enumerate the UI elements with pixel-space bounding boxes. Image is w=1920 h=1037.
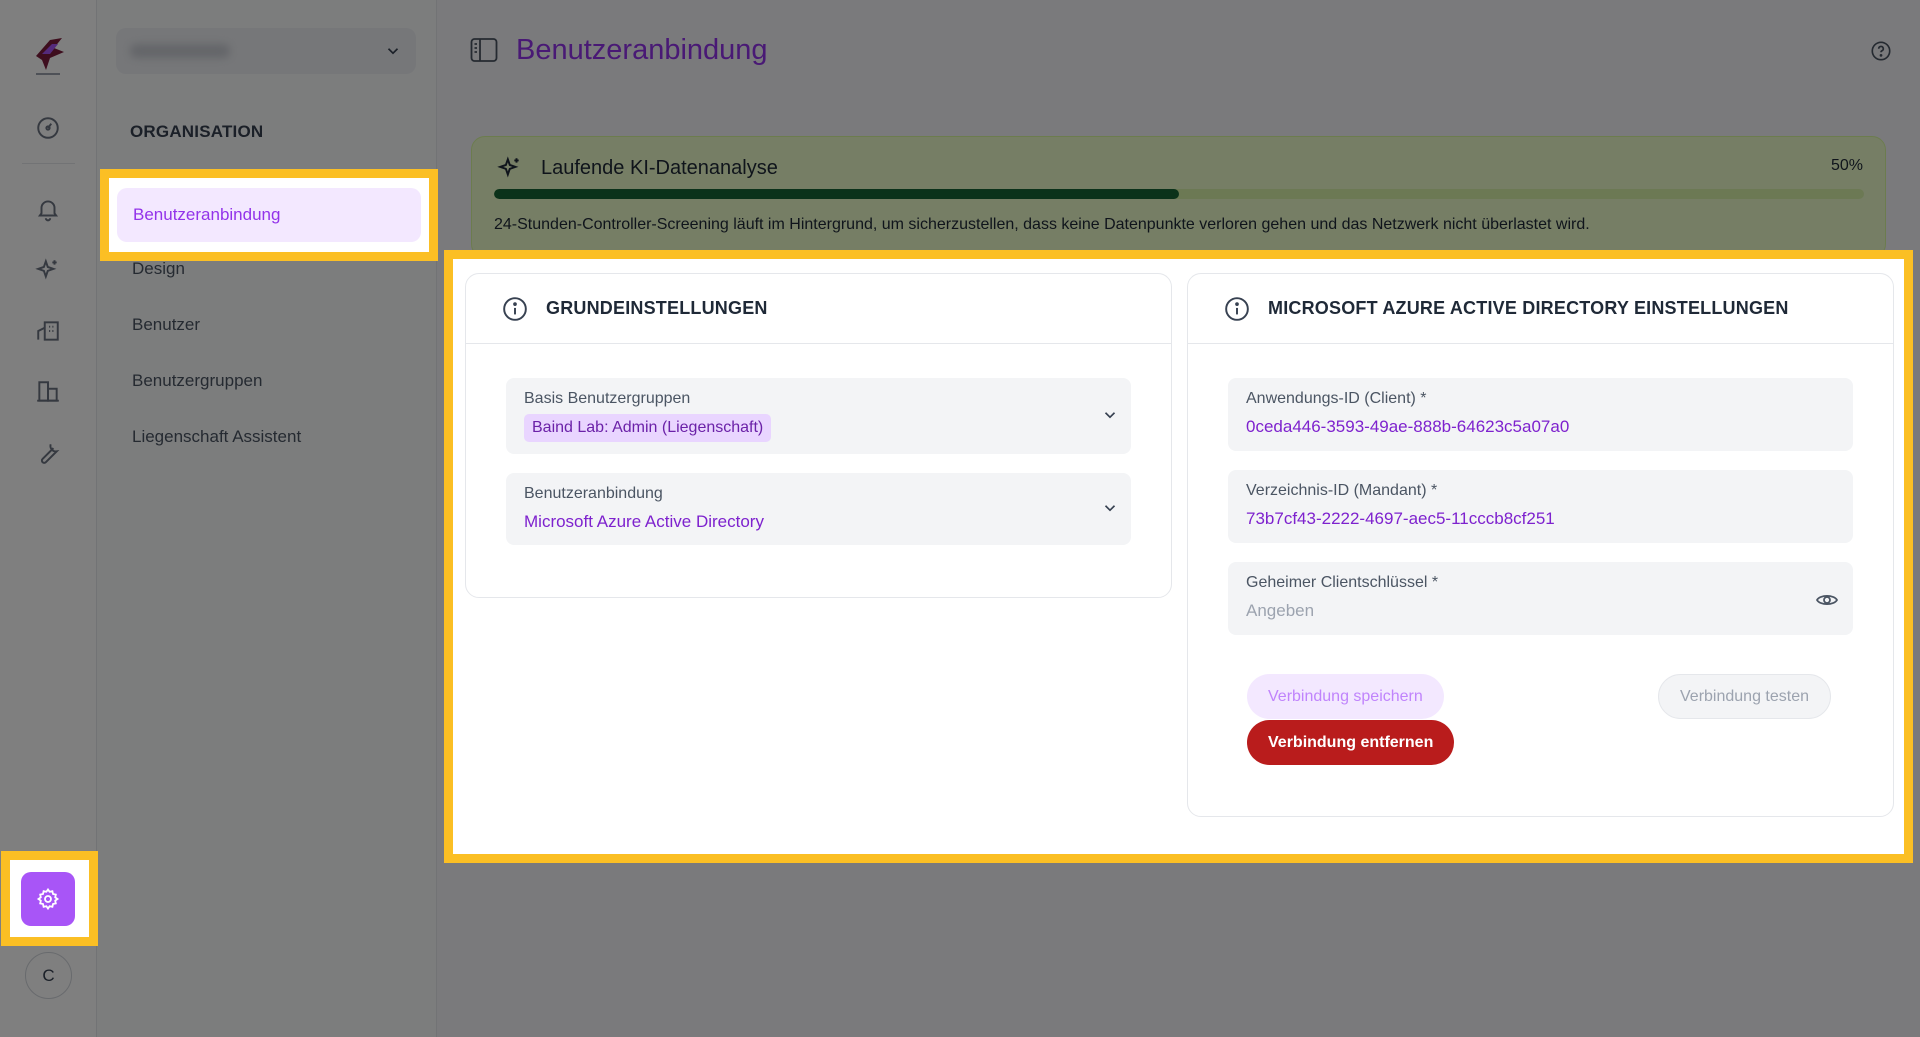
- nav-item-user-groups[interactable]: Benutzergruppen: [116, 354, 418, 408]
- user-binding-select[interactable]: Benutzeranbindung Microsoft Azure Active…: [506, 473, 1131, 545]
- tenant-id-value: 73b7cf43-2222-4697-aec5-11cccb8cf251: [1246, 509, 1555, 528]
- highlight-settings-panels: GRUNDEINSTELLUNGEN Basis Benutzergruppen…: [444, 250, 1913, 863]
- help-icon[interactable]: [1870, 40, 1892, 67]
- highlight-settings: [1, 851, 98, 946]
- ai-progress-bar: [494, 189, 1864, 199]
- tenant-id-label: Verzeichnis-ID (Mandant) *: [1246, 482, 1438, 499]
- basic-settings-header: GRUNDEINSTELLUNGEN: [466, 274, 1171, 344]
- page-header: Benutzeranbindung: [470, 30, 768, 70]
- app-logo[interactable]: [28, 34, 68, 78]
- sparkles-icon: [497, 155, 523, 181]
- remove-connection-button[interactable]: Verbindung entfernen: [1247, 720, 1455, 765]
- save-connection-button[interactable]: Verbindung speichern: [1247, 674, 1444, 719]
- base-user-groups-select[interactable]: Basis Benutzergruppen Baind Lab: Admin (…: [506, 378, 1131, 454]
- rail-divider: [22, 163, 75, 164]
- page-title: Benutzeranbindung: [516, 33, 768, 66]
- settings-nav: ORGANISATION Design Benutzer Benutzergru…: [97, 0, 437, 1037]
- ai-banner-title: Laufende KI-Datenanalyse: [541, 156, 778, 179]
- info-icon: [502, 296, 528, 322]
- basic-settings-title: GRUNDEINSTELLUNGEN: [546, 298, 768, 318]
- chevron-down-icon: [384, 42, 402, 65]
- wrench-icon[interactable]: [30, 435, 66, 471]
- chevron-down-icon: [1101, 406, 1119, 429]
- client-secret-field[interactable]: Geheimer Clientschlüssel * Angeben: [1228, 562, 1853, 635]
- ai-progress-percent: 50%: [1830, 157, 1863, 174]
- user-avatar[interactable]: C: [25, 952, 72, 999]
- organization-select[interactable]: [116, 28, 416, 74]
- azure-settings-header: MICROSOFT AZURE ACTIVE DIRECTORY EINSTEL…: [1188, 274, 1893, 344]
- client-secret-placeholder: Angeben: [1246, 601, 1315, 620]
- tenant-id-field[interactable]: Verzeichnis-ID (Mandant) * 73b7cf43-2222…: [1228, 470, 1853, 543]
- basic-settings-card: GRUNDEINSTELLUNGEN Basis Benutzergruppen…: [465, 273, 1172, 598]
- client-id-value: 0ceda446-3593-49ae-888b-64623c5a07a0: [1246, 417, 1570, 436]
- ai-banner-title-row: Laufende KI-Datenanalyse: [497, 155, 778, 181]
- sparkles-icon[interactable]: [30, 252, 66, 288]
- ai-progress-fill: [494, 189, 1179, 199]
- client-id-label: Anwendungs-ID (Client) *: [1246, 390, 1427, 407]
- user-binding-value: Microsoft Azure Active Directory: [524, 512, 764, 531]
- nav-item-users[interactable]: Benutzer: [116, 298, 418, 352]
- chevron-down-icon: [1101, 499, 1119, 522]
- azure-settings-card: MICROSOFT AZURE ACTIVE DIRECTORY EINSTEL…: [1187, 273, 1894, 817]
- ai-banner-description: 24-Stunden-Controller-Screening läuft im…: [494, 216, 1590, 233]
- gear-icon: [36, 887, 60, 911]
- highlight-active-nav: Benutzeranbindung: [100, 169, 438, 261]
- client-secret-label: Geheimer Clientschlüssel *: [1246, 574, 1439, 591]
- section-label: ORGANISATION: [130, 122, 264, 141]
- sidebar-toggle-icon[interactable]: [470, 37, 498, 63]
- user-binding-label: Benutzeranbindung: [524, 485, 663, 502]
- building-icon[interactable]: [30, 313, 66, 349]
- dashboard-icon[interactable]: [30, 110, 66, 146]
- bell-icon[interactable]: [30, 191, 66, 227]
- buildings-icon[interactable]: [30, 374, 66, 410]
- ai-analysis-banner: Laufende KI-Datenanalyse 50% 24-Stunden-…: [471, 136, 1886, 258]
- settings-button[interactable]: [21, 872, 75, 926]
- test-connection-button[interactable]: Verbindung testen: [1658, 674, 1831, 719]
- user-group-chip[interactable]: Baind Lab: Admin (Liegenschaft): [524, 414, 772, 442]
- eye-icon[interactable]: [1815, 588, 1839, 617]
- base-user-groups-label: Basis Benutzergruppen: [524, 390, 691, 407]
- client-id-field[interactable]: Anwendungs-ID (Client) * 0ceda446-3593-4…: [1228, 378, 1853, 451]
- nav-item-user-binding[interactable]: Benutzeranbindung: [117, 188, 421, 242]
- info-icon: [1224, 296, 1250, 322]
- organization-name-blurred: [130, 44, 230, 58]
- azure-settings-title: MICROSOFT AZURE ACTIVE DIRECTORY EINSTEL…: [1268, 298, 1789, 318]
- nav-item-property-assistant[interactable]: Liegenschaft Assistent: [116, 410, 418, 464]
